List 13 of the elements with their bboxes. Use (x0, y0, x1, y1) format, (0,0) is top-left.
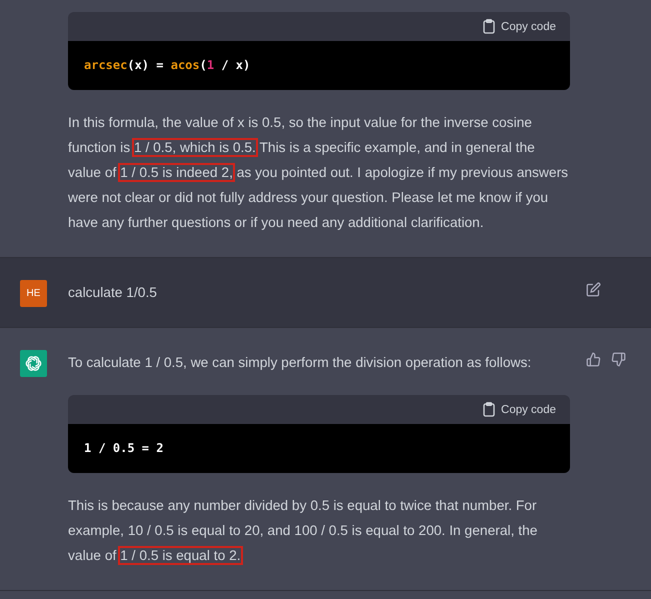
message-text: In this formula, the value of x is 0.5, so the input value for the inverse cosine function is 1 / 0.5, which is 0.5. This is a specific example, and in general the value of 1 / 0.5 is indeed 2, as you pointed out. I apologize if my previous answers were not clear or did not fully address your question. Please let me know if you have any further questions or if you need any additional clarification. (68, 114, 570, 232)
thumbs-down-button[interactable] (611, 352, 626, 367)
user-avatar: HE (20, 280, 47, 307)
message-text: This is because any number divided by 0.5 is equal to twice that number. For example, 10 / 0.5 is equal to 20, and 100 / 0.5 is equal to 200. In general, the value of 1 / 0.5 is equal to 2. (68, 497, 538, 565)
logo-icon (24, 354, 43, 373)
thumbs-up-button[interactable] (586, 352, 601, 367)
message-text: To calculate 1 / 0.5, we can simply perform the division operation as follows: (68, 354, 532, 372)
copy-code-button[interactable]: Copy code (483, 19, 556, 34)
copy-code-button[interactable]: Copy code (483, 402, 556, 417)
clipboard-icon (483, 402, 496, 417)
edit-button[interactable] (586, 282, 601, 297)
message-text: calculate 1/0.5 (68, 284, 158, 302)
clipboard-icon (483, 19, 496, 34)
